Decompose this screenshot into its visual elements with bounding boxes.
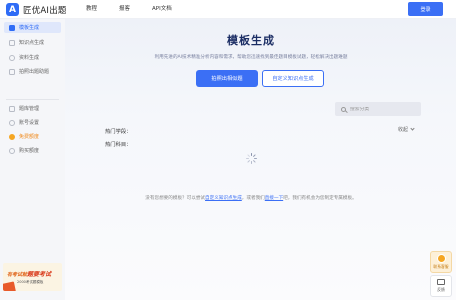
- feedback-icon: [437, 279, 445, 286]
- sidebar-item-knowledge[interactable]: 知识点生成: [4, 37, 61, 48]
- footer-custom-knowledge-link[interactable]: 自定义知识点生成: [205, 196, 242, 201]
- page-description: 利用先进的AI技术精准分析内容和需求，帮助您迅速找到最佳题目模板试题，轻松解决出…: [154, 55, 348, 60]
- customer-service-button[interactable]: 联系客服: [430, 251, 452, 273]
- sidebar: 模板生成 知识点生成 资料生成 拍照出题助题 题库管理 账号设置 免费额度 购买…: [0, 19, 65, 300]
- chevron-up-icon: [409, 126, 415, 131]
- sidebar-item-document[interactable]: 资料生成: [4, 52, 61, 63]
- main-content: 模板生成 利用先进的AI技术精准分析内容和需求，帮助您迅速找到最佳题目模板试题，…: [65, 19, 456, 300]
- main-nav: 教程 报客 API文档: [86, 4, 194, 14]
- sidebar-item-label: 题库管理: [19, 106, 40, 112]
- sidebar-item-label: 免费额度: [19, 134, 40, 140]
- collapse-toggle[interactable]: 收起: [398, 126, 415, 133]
- feedback-button[interactable]: 反馈: [430, 275, 452, 297]
- search-input[interactable]: [350, 106, 410, 112]
- question-bank-icon: [9, 105, 15, 112]
- sidebar-item-label: 资料生成: [19, 55, 40, 61]
- gift-icon: [9, 133, 15, 140]
- account-icon: [9, 119, 15, 126]
- sidebar-item-photo[interactable]: 拍照出题助题: [4, 66, 61, 77]
- loading-spinner-icon: [246, 153, 257, 164]
- page-title: 模板生成: [227, 34, 275, 47]
- promo-book-icon: [3, 281, 16, 291]
- footer-contact-link[interactable]: 直接一下: [265, 196, 283, 201]
- footer-middle: ，或者我们: [241, 196, 265, 201]
- sidebar-item-label: 购买额度: [19, 148, 40, 154]
- logo-icon: A: [6, 3, 19, 16]
- collapse-label: 收起: [398, 127, 409, 133]
- promo-title-prefix: 有考试就: [7, 272, 28, 278]
- purchase-icon: [9, 147, 15, 154]
- top-navigation-bar: A 匠优AI出题 教程 报客 API文档 登录: [0, 0, 456, 19]
- search-icon: [341, 106, 346, 112]
- footer-prefix: 没有您想要的模板？可以尝试: [145, 196, 206, 201]
- sidebar-item-account[interactable]: 账号设置: [4, 117, 61, 128]
- nav-tutorial[interactable]: 教程: [86, 4, 97, 14]
- sidebar-item-template[interactable]: 模板生成: [4, 22, 61, 33]
- sidebar-item-label: 账号设置: [19, 120, 40, 126]
- custom-knowledge-button[interactable]: 自定义知识点生成: [262, 70, 324, 87]
- sidebar-item-label: 知识点生成: [19, 40, 45, 46]
- customer-service-label: 联系客服: [433, 264, 449, 269]
- login-button[interactable]: 登录: [408, 2, 443, 16]
- logo[interactable]: A 匠优AI出题: [6, 3, 67, 16]
- customer-service-icon: [436, 254, 446, 263]
- sidebar-item-question-bank[interactable]: 题库管理: [4, 103, 61, 114]
- knowledge-icon: [9, 39, 15, 46]
- hot-subject-filter-label: 热门科目：: [105, 142, 132, 148]
- sidebar-item-label: 模板生成: [19, 25, 40, 31]
- nav-api-docs[interactable]: API文档: [152, 4, 172, 14]
- sidebar-divider: [6, 99, 59, 100]
- nav-blog[interactable]: 报客: [119, 4, 130, 14]
- photo-similar-question-button[interactable]: 拍照出相似题: [196, 70, 258, 87]
- promo-title-highlight: 题要考试: [27, 271, 52, 278]
- footer-suffix: 吧，我们有机会为您制定专属模板。: [283, 196, 357, 201]
- promo-banner[interactable]: 有考试就题要考试 2000考试题模板: [3, 263, 62, 291]
- promo-title: 有考试就题要考试: [7, 269, 51, 278]
- template-icon: [9, 24, 15, 31]
- feedback-label: 反馈: [437, 286, 445, 292]
- sidebar-item-purchase[interactable]: 购买额度: [4, 145, 61, 156]
- sidebar-item-free-quota[interactable]: 免费额度: [4, 131, 61, 142]
- camera-icon: [9, 68, 15, 75]
- promo-subtitle: 2000考试题模板: [17, 280, 44, 284]
- category-search[interactable]: [335, 102, 421, 116]
- document-icon: [9, 54, 15, 61]
- sidebar-item-label: 拍照出题助题: [19, 69, 50, 75]
- logo-text: 匠优AI出题: [23, 5, 67, 16]
- hot-stage-filter-label: 热门学段：: [105, 129, 132, 135]
- footer-note: 没有您想要的模板？可以尝试自定义知识点生成，或者我们直接一下吧，我们有机会为您制…: [65, 195, 437, 201]
